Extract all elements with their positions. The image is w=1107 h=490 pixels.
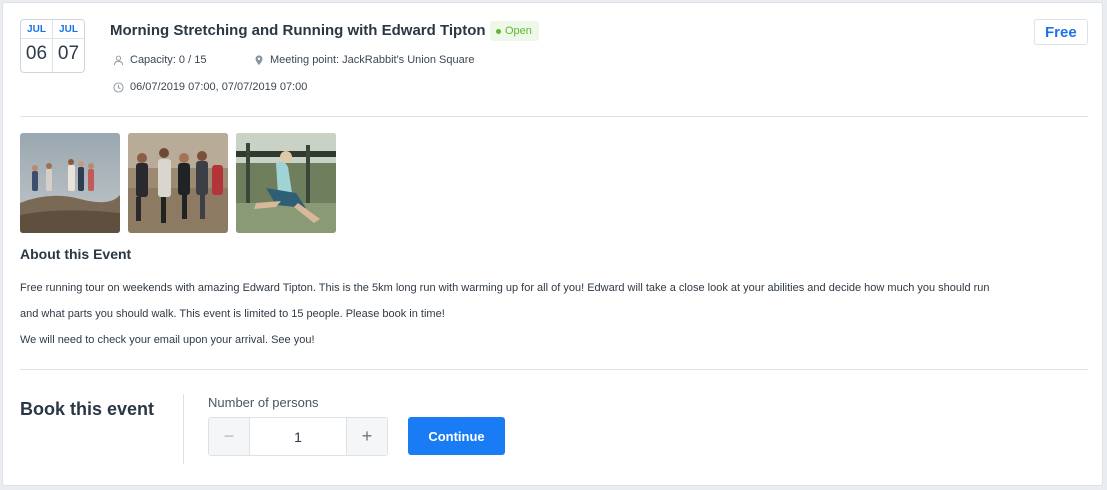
decrement-button[interactable]: − [209, 418, 250, 455]
meeting-point-info: Meeting point: JackRabbit's Union Square [254, 54, 475, 66]
start-month: JUL [21, 20, 52, 39]
meeting-point-text: Meeting point: JackRabbit's Union Square [270, 54, 475, 66]
datetime-info: 06/07/2019 07:00, 07/07/2019 07:00 [113, 81, 307, 93]
persons-input[interactable]: 1 [250, 418, 346, 455]
end-day: 07 [57, 43, 80, 64]
about-line-2: and what parts you should walk. This eve… [20, 308, 445, 320]
about-divider [20, 369, 1088, 370]
book-heading: Book this event [20, 399, 155, 419]
status-label: Open [505, 25, 532, 37]
about-line-1: Free running tour on weekends with amazi… [20, 282, 990, 294]
status-dot-icon [496, 28, 501, 34]
event-date-badge: JUL 06 JUL 07 [20, 19, 85, 73]
persons-label: Number of persons [208, 395, 319, 410]
event-card: JUL 06 JUL 07 Morning Stretching and Run… [2, 2, 1103, 486]
booking-separator [183, 394, 184, 464]
persons-stepper: − 1 + [208, 417, 388, 456]
about-heading: About this Event [20, 246, 132, 262]
event-photo-3[interactable] [236, 133, 336, 233]
clock-icon [113, 81, 124, 93]
capacity-info: Capacity: 0 / 15 [113, 54, 206, 66]
header-divider [20, 116, 1088, 117]
location-pin-icon [255, 54, 263, 65]
event-photo-2[interactable] [128, 133, 228, 233]
datetime-text: 06/07/2019 07:00, 07/07/2019 07:00 [130, 81, 308, 93]
continue-button[interactable]: Continue [408, 417, 505, 455]
increment-button[interactable]: + [346, 418, 387, 455]
end-date: JUL 07 [52, 20, 84, 72]
start-date: JUL 06 [21, 20, 52, 72]
event-title: Morning Stretching and Running with Edwa… [110, 22, 486, 39]
start-day: 06 [25, 43, 48, 64]
status-badge: Open [490, 21, 539, 41]
end-month: JUL [53, 20, 84, 39]
price-tag: Free [1034, 19, 1088, 45]
person-icon [113, 55, 124, 65]
about-line-3: We will need to check your email upon yo… [20, 334, 315, 346]
capacity-text: Capacity: 0 / 15 [130, 54, 207, 66]
event-photo-1[interactable] [20, 133, 120, 233]
